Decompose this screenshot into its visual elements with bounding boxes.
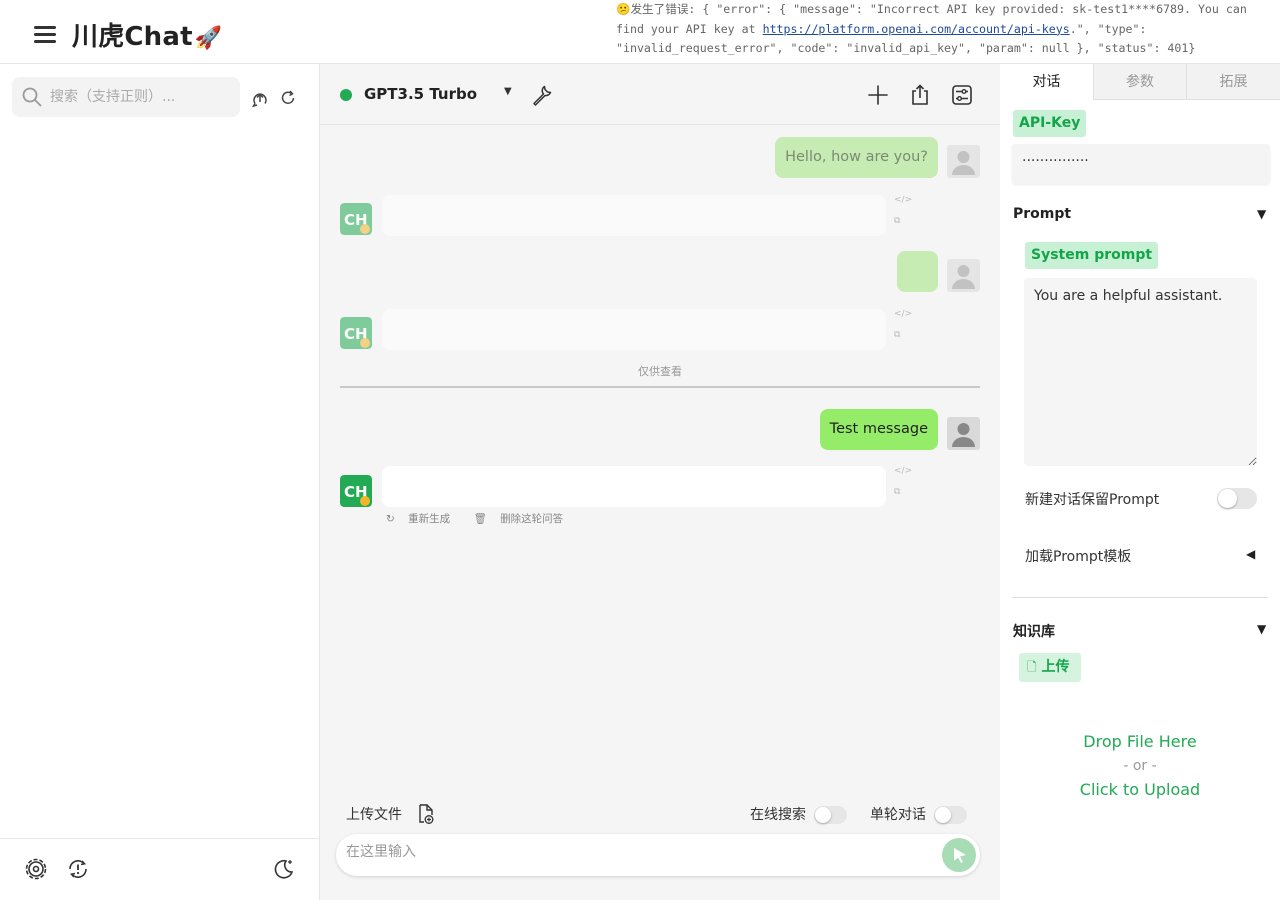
- system-prompt-input[interactable]: [1024, 278, 1257, 466]
- copy-icon[interactable]: ⧉: [894, 330, 908, 351]
- single-turn-label: 单轮对话: [870, 807, 926, 823]
- load-template-label[interactable]: 加载Prompt模板: [1025, 546, 1131, 566]
- send-button[interactable]: [942, 838, 976, 872]
- app-title-text: 川虎Chat: [72, 22, 193, 52]
- history-sidebar: [0, 64, 320, 900]
- message-tools: </> ⧉: [894, 466, 912, 508]
- sidebar-footer: [0, 838, 319, 900]
- delete-round-label: 删除这轮问答: [500, 513, 564, 525]
- chat-settings-icon[interactable]: [950, 83, 974, 107]
- section-divider: [1012, 597, 1268, 598]
- user-message: Test message: [819, 409, 938, 450]
- regenerate-label: 重新生成: [408, 513, 451, 525]
- error-message: 😕发生了错误: { "error": { "message": "Incorre…: [616, 0, 1256, 59]
- check-update-icon[interactable]: [66, 857, 90, 881]
- user-avatar-icon: [947, 145, 980, 178]
- refresh-icon[interactable]: [278, 88, 298, 108]
- history-divider-label: 仅供查看: [638, 365, 682, 378]
- bot-message-actions: ↻ 重新生成 🗑 删除这轮问答: [386, 511, 583, 526]
- menu-icon[interactable]: [32, 24, 58, 44]
- file-icon: 🗋: [1027, 660, 1037, 674]
- file-drop-zone[interactable]: Drop File Here - or - Click to Upload: [1020, 730, 1260, 802]
- api-key-input[interactable]: ···············: [1012, 144, 1270, 184]
- knowledge-section-title[interactable]: 知识库: [1013, 621, 1055, 641]
- model-name[interactable]: GPT3.5 Turbo: [364, 85, 477, 103]
- dark-mode-icon[interactable]: [272, 857, 296, 881]
- online-search-toggle[interactable]: [814, 806, 847, 824]
- upload-file-label: 上传文件: [346, 807, 402, 823]
- bot-message: [382, 466, 886, 507]
- tab-params[interactable]: 参数: [1093, 64, 1186, 100]
- panel-tabs: 对话 参数 拓展: [1000, 64, 1280, 100]
- delete-round-button[interactable]: 🗑 删除这轮问答: [474, 513, 574, 525]
- single-turn-toggle[interactable]: [934, 806, 967, 824]
- chat-input[interactable]: [346, 838, 936, 872]
- bot-avatar-icon: CH: [340, 317, 372, 349]
- message-tools: </> ⧉: [894, 195, 912, 237]
- copy-icon[interactable]: ⧉: [894, 487, 908, 508]
- message-tools: </> ⧉: [894, 309, 912, 351]
- user-avatar-icon: [947, 417, 980, 450]
- share-icon[interactable]: [908, 83, 932, 107]
- new-chat-icon[interactable]: [866, 83, 890, 107]
- settings-panel: 对话 参数 拓展 API-Key ··············· Prompt …: [1000, 64, 1280, 900]
- user-message: Hello, how are you?: [775, 137, 938, 178]
- regenerate-button[interactable]: ↻ 重新生成: [386, 513, 460, 525]
- model-status-dot: [340, 89, 352, 101]
- chat-input-box: [336, 834, 980, 876]
- copy-icon[interactable]: ⧉: [894, 216, 908, 237]
- upload-file-icon[interactable]: [416, 803, 436, 825]
- bot-avatar-icon: CH: [340, 203, 372, 235]
- knowledge-collapse-icon[interactable]: ▼: [1257, 622, 1266, 636]
- prompt-collapse-icon[interactable]: ▼: [1257, 207, 1266, 221]
- raw-markdown-icon[interactable]: </>: [894, 309, 912, 330]
- search-icon: [22, 87, 42, 107]
- knowledge-upload-label: 上传: [1041, 659, 1070, 675]
- bot-message: [382, 309, 886, 350]
- drop-or-text: - or -: [1123, 758, 1157, 774]
- tab-extensions[interactable]: 拓展: [1186, 64, 1280, 100]
- chat-header: GPT3.5 Turbo ▼: [320, 64, 1000, 125]
- bot-avatar-icon: CH: [340, 475, 372, 507]
- rocket-icon: 🚀: [194, 26, 223, 51]
- user-avatar-icon: [947, 259, 980, 292]
- knowledge-upload-button[interactable]: 🗋 上传: [1019, 653, 1081, 682]
- settings-icon[interactable]: [24, 857, 48, 881]
- chat-area: GPT3.5 Turbo ▼ Hello, how are you? CH </…: [320, 64, 1000, 900]
- regenerate-icon: ↻: [386, 513, 395, 525]
- wrench-icon[interactable]: [530, 83, 554, 107]
- system-prompt-label: System prompt: [1025, 242, 1159, 269]
- keep-prompt-label: 新建对话保留Prompt: [1025, 492, 1160, 508]
- app-title: 川虎Chat🚀: [72, 16, 222, 53]
- search-box: [12, 77, 240, 117]
- api-keys-link[interactable]: https://platform.openai.com/account/api-…: [763, 22, 1070, 36]
- trash-icon: 🗑: [473, 513, 487, 525]
- top-bar: 川虎Chat🚀 😕发生了错误: { "error": { "message": …: [0, 0, 1280, 64]
- tab-chat[interactable]: 对话: [1000, 64, 1093, 100]
- prompt-section-title[interactable]: Prompt: [1013, 206, 1071, 222]
- click-upload-text: Click to Upload: [1079, 780, 1201, 799]
- send-icon: [954, 848, 966, 863]
- api-key-label: API-Key: [1013, 110, 1087, 137]
- upload-history-icon[interactable]: [250, 88, 270, 108]
- load-template-expand-icon[interactable]: ◀: [1246, 547, 1255, 561]
- online-search-label: 在线搜索: [750, 807, 806, 823]
- history-divider: [340, 386, 980, 388]
- user-message: [897, 251, 938, 292]
- drop-file-text: Drop File Here: [1083, 732, 1197, 751]
- raw-markdown-icon[interactable]: </>: [894, 195, 912, 216]
- model-dropdown-caret-icon[interactable]: ▼: [504, 86, 512, 97]
- bot-message: [382, 195, 886, 236]
- search-input[interactable]: [50, 77, 236, 117]
- error-emoji: 😕: [616, 2, 631, 16]
- raw-markdown-icon[interactable]: </>: [894, 466, 912, 487]
- keep-prompt-toggle[interactable]: [1217, 488, 1257, 509]
